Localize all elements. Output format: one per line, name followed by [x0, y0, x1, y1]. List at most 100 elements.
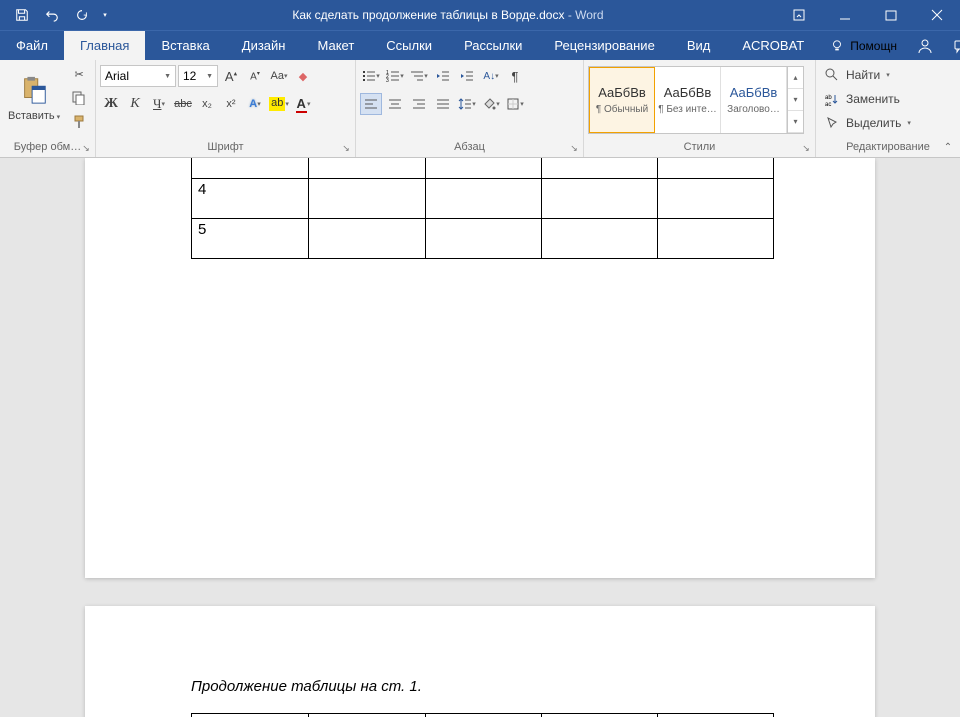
font-color-button[interactable]: A [292, 93, 314, 115]
account-button[interactable] [907, 31, 943, 61]
redo-button[interactable] [68, 1, 96, 29]
page-1: 4 5 [85, 158, 875, 578]
collapse-ribbon-button[interactable]: ⌃ [940, 139, 956, 155]
align-center-button[interactable] [384, 93, 406, 115]
replace-button[interactable]: abac Заменить [820, 88, 915, 110]
show-marks-button[interactable]: ¶ [504, 65, 526, 87]
shading-button[interactable] [480, 93, 502, 115]
tab-mailings[interactable]: Рассылки [448, 31, 538, 60]
bullets-button[interactable] [360, 65, 382, 87]
tab-design[interactable]: Дизайн [226, 31, 302, 60]
gallery-expand-button[interactable]: ▾ [788, 111, 803, 133]
highlight-button[interactable]: ab [268, 93, 290, 115]
gallery-down-button[interactable]: ▾ [788, 89, 803, 111]
ribbon-display-options-button[interactable] [776, 0, 822, 30]
style-heading1[interactable]: АаБбВв Заголово… [721, 67, 787, 133]
table-cell[interactable] [658, 158, 774, 178]
tab-home[interactable]: Главная [64, 31, 145, 60]
table-cell[interactable] [425, 714, 542, 717]
table-cell[interactable] [542, 218, 658, 258]
table-continuation-caption[interactable]: Продолжение таблицы на ст. 1. [191, 678, 785, 695]
undo-button[interactable] [38, 1, 66, 29]
select-button[interactable]: Выделить [820, 112, 915, 134]
find-button[interactable]: Найти [820, 64, 915, 86]
table-cell[interactable] [425, 158, 542, 178]
clear-formatting-button[interactable]: ◆ [292, 65, 314, 87]
align-left-button[interactable] [360, 93, 382, 115]
qat-customize-button[interactable]: ▾ [98, 1, 112, 29]
line-spacing-button[interactable] [456, 93, 478, 115]
table-cell[interactable] [425, 178, 542, 218]
gallery-up-button[interactable]: ▴ [788, 67, 803, 89]
table-cell[interactable] [658, 714, 774, 717]
table-cell[interactable] [308, 158, 425, 178]
bold-label: Ж [104, 96, 118, 112]
table-cell[interactable] [425, 218, 542, 258]
paste-button[interactable]: Вставить [4, 62, 64, 134]
borders-button[interactable] [504, 93, 526, 115]
document-table-1[interactable]: 4 5 [191, 158, 774, 259]
superscript-button[interactable]: x² [220, 93, 242, 115]
strikethrough-button[interactable]: abc [172, 93, 194, 115]
numbering-button[interactable]: 123 [384, 65, 406, 87]
table-cell[interactable] [658, 218, 774, 258]
text-effects-button[interactable]: A [244, 93, 266, 115]
font-dialog-launcher[interactable] [339, 141, 353, 155]
comments-button[interactable] [943, 31, 960, 61]
tab-file[interactable]: Файл [0, 31, 64, 60]
table-cell[interactable] [542, 714, 658, 717]
table-cell[interactable]: 4 [192, 178, 309, 218]
style-normal-name: ¶ Обычный [596, 104, 648, 115]
italic-button[interactable]: К [124, 93, 146, 115]
table-cell[interactable] [542, 178, 658, 218]
minimize-button[interactable] [822, 0, 868, 30]
paragraph-dialog-launcher[interactable] [567, 141, 581, 155]
table-cell[interactable]: 6 [192, 714, 309, 717]
tab-review[interactable]: Рецензирование [538, 31, 670, 60]
table-row[interactable]: 6 [192, 714, 774, 717]
close-button[interactable] [914, 0, 960, 30]
bold-button[interactable]: Ж [100, 93, 122, 115]
font-size-combo[interactable]: 12▼ [178, 65, 218, 87]
align-right-button[interactable] [408, 93, 430, 115]
tab-view[interactable]: Вид [671, 31, 727, 60]
tab-layout[interactable]: Макет [301, 31, 370, 60]
copy-button[interactable] [68, 87, 90, 109]
tab-insert[interactable]: Вставка [145, 31, 225, 60]
document-area[interactable]: 4 5 Продолжение таблицы на ст. 1. [0, 158, 960, 717]
change-case-button[interactable]: Aa [268, 65, 290, 87]
table-row[interactable]: 5 [192, 218, 774, 258]
table-cell[interactable] [658, 178, 774, 218]
document-table-2[interactable]: 6 7 8 [191, 713, 774, 717]
decrease-indent-button[interactable] [432, 65, 454, 87]
table-cell[interactable] [308, 714, 425, 717]
cut-button[interactable]: ✂ [68, 63, 90, 85]
increase-indent-button[interactable] [456, 65, 478, 87]
styles-dialog-launcher[interactable] [799, 141, 813, 155]
table-row[interactable]: 4 [192, 178, 774, 218]
table-row[interactable] [192, 158, 774, 178]
table-cell[interactable] [542, 158, 658, 178]
table-cell[interactable] [192, 158, 309, 178]
subscript-button[interactable]: x₂ [196, 93, 218, 115]
format-painter-button[interactable] [68, 111, 90, 133]
multilevel-list-button[interactable] [408, 65, 430, 87]
tab-references[interactable]: Ссылки [370, 31, 448, 60]
clipboard-dialog-launcher[interactable] [79, 141, 93, 155]
style-no-spacing[interactable]: АаБбВв ¶ Без инте… [655, 67, 721, 133]
style-gallery[interactable]: АаБбВв ¶ Обычный АаБбВв ¶ Без инте… АаБб… [588, 66, 804, 134]
table-cell[interactable] [308, 218, 425, 258]
shrink-font-button[interactable]: A▾ [244, 65, 266, 87]
table-cell[interactable]: 5 [192, 218, 309, 258]
tell-me-button[interactable]: Помощн [820, 31, 907, 60]
save-button[interactable] [8, 1, 36, 29]
style-normal[interactable]: АаБбВв ¶ Обычный [589, 67, 655, 133]
grow-font-button[interactable]: A▴ [220, 65, 242, 87]
maximize-button[interactable] [868, 0, 914, 30]
underline-button[interactable]: Ч [148, 93, 170, 115]
justify-button[interactable] [432, 93, 454, 115]
sort-button[interactable]: A↓ [480, 65, 502, 87]
tab-acrobat[interactable]: ACROBAT [726, 31, 820, 60]
font-name-combo[interactable]: Arial▼ [100, 65, 176, 87]
table-cell[interactable] [308, 178, 425, 218]
